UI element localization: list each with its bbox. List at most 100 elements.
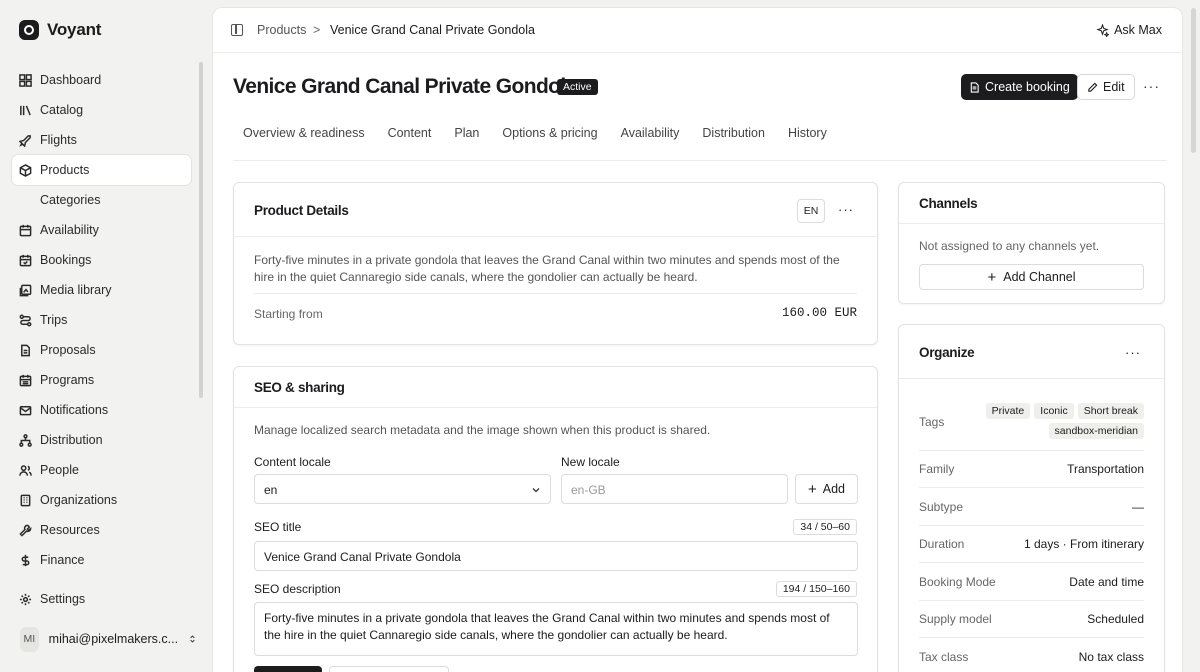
- row-key: Supply model: [919, 612, 992, 626]
- people-icon: [19, 464, 32, 477]
- sidebar-item-finance[interactable]: Finance: [12, 545, 191, 575]
- breadcrumb-current: Venice Grand Canal Private Gondola: [330, 23, 535, 37]
- sidebar-toggle-icon[interactable]: [231, 24, 243, 36]
- sidebar-item-label: Settings: [40, 592, 86, 606]
- more-options-icon[interactable]: ···: [1125, 345, 1141, 360]
- sidebar-item-label: Categories: [40, 193, 101, 207]
- tab-overview[interactable]: Overview & readiness: [243, 126, 365, 160]
- sidebar-item-organizations[interactable]: Organizations: [12, 485, 191, 515]
- calendar-icon: [19, 224, 32, 237]
- tab-options-pricing[interactable]: Options & pricing: [502, 126, 597, 160]
- seo-primary-button[interactable]: [254, 666, 322, 672]
- card-title: SEO & sharing: [254, 380, 345, 395]
- sidebar-item-people[interactable]: People: [12, 455, 191, 485]
- tag[interactable]: sandbox-meridian: [1048, 423, 1144, 439]
- status-badge: Active: [557, 79, 598, 95]
- row-value: No tax class: [1078, 650, 1144, 664]
- more-options-icon[interactable]: ···: [838, 202, 854, 217]
- sidebar-item-settings[interactable]: Settings: [12, 584, 191, 614]
- sidebar-item-programs[interactable]: Programs: [12, 365, 191, 395]
- tab-plan[interactable]: Plan: [454, 126, 479, 160]
- page-scrollbar[interactable]: [1191, 8, 1196, 153]
- tab-bar: Overview & readiness Content Plan Option…: [233, 126, 1167, 161]
- plus-icon: +: [987, 268, 997, 286]
- content-locale-select[interactable]: en: [254, 474, 551, 504]
- add-locale-button[interactable]: + Add: [795, 474, 858, 504]
- divider: [254, 293, 857, 294]
- row-value: 1 days · From itinerary: [1023, 537, 1144, 551]
- tag[interactable]: Short break: [1077, 403, 1144, 419]
- tag[interactable]: Iconic: [1034, 403, 1074, 419]
- organize-row-subtype: Subtype —: [919, 500, 1144, 514]
- organize-row-duration: Duration 1 days · From itinerary: [919, 537, 1144, 551]
- content-locale-value: en: [264, 483, 278, 497]
- tab-content[interactable]: Content: [388, 126, 432, 160]
- tab-distribution[interactable]: Distribution: [702, 126, 765, 160]
- sidebar-item-media-library[interactable]: Media library: [12, 275, 191, 305]
- brand-name: Voyant: [47, 20, 102, 39]
- plane-icon: [19, 134, 32, 147]
- sidebar-item-label: Distribution: [40, 433, 103, 447]
- sidebar-item-availability[interactable]: Availability: [12, 215, 191, 245]
- seo-description-counter: 194 / 150–160: [775, 581, 857, 597]
- sidebar-item-dashboard[interactable]: Dashboard: [12, 65, 191, 95]
- page-title: Venice Grand Canal Private Gondola: [233, 75, 577, 98]
- tab-availability[interactable]: Availability: [621, 126, 680, 160]
- ask-max-button[interactable]: Ask Max: [1096, 23, 1162, 37]
- sidebar-item-label: Media library: [40, 283, 112, 297]
- sidebar-item-notifications[interactable]: Notifications: [12, 395, 191, 425]
- add-channel-button[interactable]: + Add Channel: [919, 264, 1144, 290]
- sidebar-item-flights[interactable]: Flights: [12, 125, 191, 155]
- create-booking-label: Create booking: [985, 80, 1070, 94]
- seo-title-counter: 34 / 50–60: [793, 519, 857, 535]
- seo-title-input[interactable]: Venice Grand Canal Private Gondola: [254, 541, 858, 571]
- add-channel-label: Add Channel: [1003, 270, 1076, 284]
- document-icon: [19, 344, 32, 357]
- tag-list: Private Iconic Short break sandbox-merid…: [985, 403, 1144, 439]
- sidebar-item-label: Proposals: [40, 343, 96, 357]
- divider: [919, 637, 1144, 638]
- topbar: Products > Venice Grand Canal Private Go…: [213, 8, 1182, 53]
- wrench-icon: [19, 524, 32, 537]
- channels-card: Channels Not assigned to any channels ye…: [898, 182, 1165, 304]
- sidebar-item-distribution[interactable]: Distribution: [12, 425, 191, 455]
- more-options-icon[interactable]: ···: [1143, 78, 1160, 94]
- seo-description-textarea[interactable]: Forty-five minutes in a private gondola …: [254, 602, 858, 656]
- row-value: Scheduled: [1087, 612, 1144, 626]
- organize-row-supply-model: Supply model Scheduled: [919, 612, 1144, 626]
- sidebar-item-label: Notifications: [40, 403, 109, 417]
- breadcrumb-products[interactable]: Products: [257, 23, 306, 37]
- sidebar-item-bookings[interactable]: Bookings: [12, 245, 191, 275]
- sidebar-item-proposals[interactable]: Proposals: [12, 335, 191, 365]
- create-booking-button[interactable]: Create booking: [961, 74, 1078, 100]
- avatar: MI: [20, 626, 39, 652]
- tag[interactable]: Private: [985, 403, 1031, 419]
- route-icon: [19, 314, 32, 327]
- edit-button[interactable]: Edit: [1077, 74, 1135, 100]
- divider: [919, 600, 1144, 601]
- content-locale-label: Content locale: [254, 455, 331, 469]
- sidebar-item-trips[interactable]: Trips: [12, 305, 191, 335]
- gear-icon: [19, 593, 32, 606]
- user-email: mihai@pixelmakers.c...: [48, 632, 179, 646]
- row-key: Tax class: [919, 650, 969, 664]
- row-key: Subtype: [919, 500, 964, 514]
- chevron-down-icon: [532, 488, 540, 493]
- user-menu[interactable]: MI mihai@pixelmakers.c...: [12, 622, 197, 656]
- sidebar-scrollbar[interactable]: [199, 62, 203, 398]
- sidebar-item-resources[interactable]: Resources: [12, 515, 191, 545]
- sidebar-item-label: Resources: [40, 523, 100, 537]
- sidebar-item-catalog[interactable]: Catalog: [12, 95, 191, 125]
- channels-empty-text: Not assigned to any channels yet.: [919, 239, 1100, 253]
- locale-badge[interactable]: EN: [797, 199, 825, 223]
- building-icon: [19, 494, 32, 507]
- new-locale-input[interactable]: en-GB: [561, 474, 788, 504]
- seo-secondary-button[interactable]: [329, 666, 449, 672]
- tab-history[interactable]: History: [788, 126, 827, 160]
- organize-row-booking-mode: Booking Mode Date and time: [919, 575, 1144, 589]
- sidebar-item-products[interactable]: Products: [12, 155, 191, 185]
- divider: [919, 562, 1144, 563]
- sidebar-item-categories[interactable]: Categories: [12, 185, 191, 215]
- brand[interactable]: Voyant: [19, 20, 101, 40]
- card-title: Channels: [919, 196, 978, 211]
